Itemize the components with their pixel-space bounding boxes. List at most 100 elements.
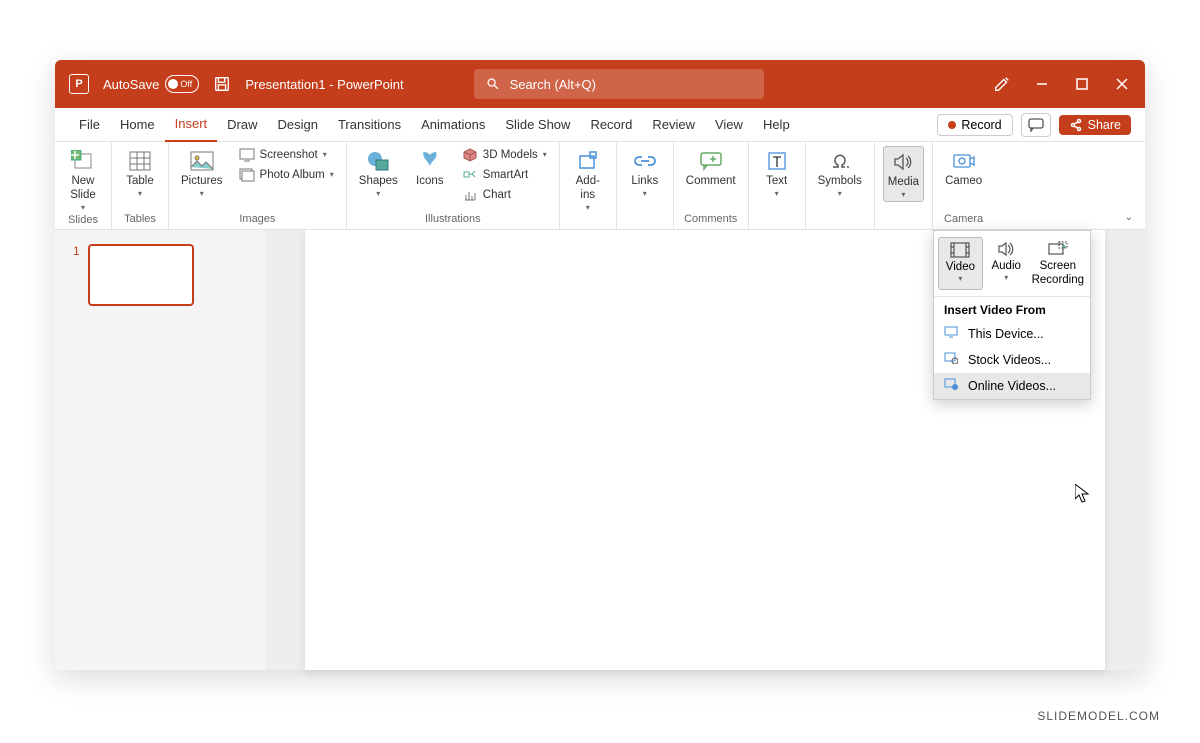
tab-view[interactable]: View <box>705 108 753 142</box>
search-icon <box>486 77 500 91</box>
online-videos-item[interactable]: Online Videos... <box>934 373 1090 399</box>
text-icon <box>763 148 791 174</box>
toggle-switch[interactable]: Off <box>165 75 199 93</box>
slide-thumbnail-1[interactable] <box>88 244 194 306</box>
picture-icon <box>188 148 216 174</box>
screenshot-button[interactable]: Screenshot ▾ <box>235 146 338 164</box>
tab-home[interactable]: Home <box>110 108 165 142</box>
screen-recording-button[interactable]: Screen Recording <box>1030 237 1086 290</box>
ribbon-tabs: File Home Insert Draw Design Transitions… <box>55 108 1145 142</box>
minimize-button[interactable] <box>1033 75 1051 93</box>
photo-album-button[interactable]: Photo Album ▾ <box>235 166 338 184</box>
group-camera: Cameo Camera <box>933 142 994 229</box>
tab-slideshow[interactable]: Slide Show <box>495 108 580 142</box>
tab-help[interactable]: Help <box>753 108 800 142</box>
record-dot-icon <box>948 121 956 129</box>
tab-design[interactable]: Design <box>268 108 328 142</box>
autosave-toggle[interactable]: AutoSave Off <box>103 75 199 93</box>
powerpoint-window: P AutoSave Off Presentation1 - PowerPoin… <box>55 60 1145 670</box>
powerpoint-icon: P <box>69 74 89 94</box>
tab-review[interactable]: Review <box>642 108 705 142</box>
screenshot-icon <box>239 147 255 163</box>
table-icon <box>126 148 154 174</box>
pictures-button[interactable]: Pictures▾ <box>177 146 227 200</box>
device-icon <box>944 326 960 342</box>
group-text: Text▾ <box>749 142 806 229</box>
title-bar: P AutoSave Off Presentation1 - PowerPoin… <box>55 60 1145 108</box>
cameo-icon <box>950 148 978 174</box>
record-button[interactable]: Record <box>937 114 1012 136</box>
symbols-button[interactable]: Symbols▾ <box>814 146 866 200</box>
comments-button[interactable] <box>1021 113 1051 137</box>
icons-button[interactable]: Icons <box>410 146 450 191</box>
search-box[interactable]: Search (Alt+Q) <box>474 69 764 99</box>
tab-animations[interactable]: Animations <box>411 108 495 142</box>
new-slide-icon <box>69 148 97 174</box>
media-button[interactable]: Media▾ <box>883 146 924 202</box>
addins-button[interactable]: Add- ins▾ <box>568 146 608 214</box>
cameo-button[interactable]: Cameo <box>941 146 986 191</box>
group-media: Media▾ <box>875 142 933 229</box>
slide-number: 1 <box>73 244 80 656</box>
shapes-icon <box>364 148 392 174</box>
video-dropdown-button[interactable]: Video▾ <box>938 237 983 290</box>
pen-icon[interactable] <box>993 75 1011 93</box>
tab-insert[interactable]: Insert <box>165 108 218 142</box>
video-icon <box>949 240 971 260</box>
speaker-icon <box>889 149 917 175</box>
shapes-button[interactable]: Shapes▾ <box>355 146 402 200</box>
cube-icon <box>462 147 478 163</box>
toggle-knob <box>168 79 178 89</box>
media-dropdown: Video▾ Audio▾ Screen Recording Insert Vi… <box>933 230 1091 400</box>
search-placeholder: Search (Alt+Q) <box>510 77 596 92</box>
autosave-label: AutoSave <box>103 77 159 92</box>
omega-icon <box>826 148 854 174</box>
share-icon <box>1069 118 1083 132</box>
group-links: Links▾ <box>617 142 674 229</box>
close-button[interactable] <box>1113 75 1131 93</box>
link-icon <box>631 148 659 174</box>
comment-button[interactable]: Comment <box>682 146 740 191</box>
group-symbols: Symbols▾ <box>806 142 875 229</box>
title-right <box>993 75 1131 93</box>
tab-file[interactable]: File <box>69 108 110 142</box>
comment-icon <box>697 148 725 174</box>
ribbon-insert: New Slide▾ Slides Table▾ Tables Pictures… <box>55 142 1145 230</box>
group-addins: Add- ins▾ <box>560 142 617 229</box>
share-button[interactable]: Share <box>1059 115 1131 135</box>
maximize-button[interactable] <box>1073 75 1091 93</box>
document-title: Presentation1 - PowerPoint <box>245 77 403 92</box>
toggle-state: Off <box>180 79 192 89</box>
table-button[interactable]: Table▾ <box>120 146 160 200</box>
3d-models-button[interactable]: 3D Models ▾ <box>458 146 551 164</box>
ribbon-collapse-button[interactable]: ⌄ <box>1125 212 1133 223</box>
text-button[interactable]: Text▾ <box>757 146 797 200</box>
mouse-cursor <box>1075 484 1091 504</box>
smartart-icon <box>462 167 478 183</box>
stock-videos-item[interactable]: Stock Videos... <box>934 347 1090 373</box>
tab-draw[interactable]: Draw <box>217 108 267 142</box>
group-images: Pictures▾ Screenshot ▾ Photo Album ▾ Ima… <box>169 142 347 229</box>
slide-thumbnails: 1 <box>55 230 265 670</box>
audio-dropdown-button[interactable]: Audio▾ <box>985 237 1028 290</box>
stock-icon <box>944 352 960 368</box>
insert-video-header: Insert Video From <box>934 296 1090 321</box>
watermark: SLIDEMODEL.COM <box>1037 709 1160 723</box>
icons-icon <box>416 148 444 174</box>
group-illustrations: Shapes▾ Icons 3D Models ▾ SmartArt Chart… <box>347 142 560 229</box>
audio-icon <box>995 239 1017 259</box>
photo-album-icon <box>239 167 255 183</box>
tab-record[interactable]: Record <box>580 108 642 142</box>
group-tables: Table▾ Tables <box>112 142 169 229</box>
online-icon <box>944 378 960 394</box>
save-icon[interactable] <box>213 75 231 93</box>
smartart-button[interactable]: SmartArt <box>458 166 551 184</box>
this-device-item[interactable]: This Device... <box>934 321 1090 347</box>
new-slide-button[interactable]: New Slide▾ <box>63 146 103 214</box>
addins-icon <box>574 148 602 174</box>
screen-rec-icon <box>1047 239 1069 259</box>
links-button[interactable]: Links▾ <box>625 146 665 200</box>
tab-transitions[interactable]: Transitions <box>328 108 411 142</box>
group-slides: New Slide▾ Slides <box>55 142 112 229</box>
chart-button[interactable]: Chart <box>458 186 551 204</box>
